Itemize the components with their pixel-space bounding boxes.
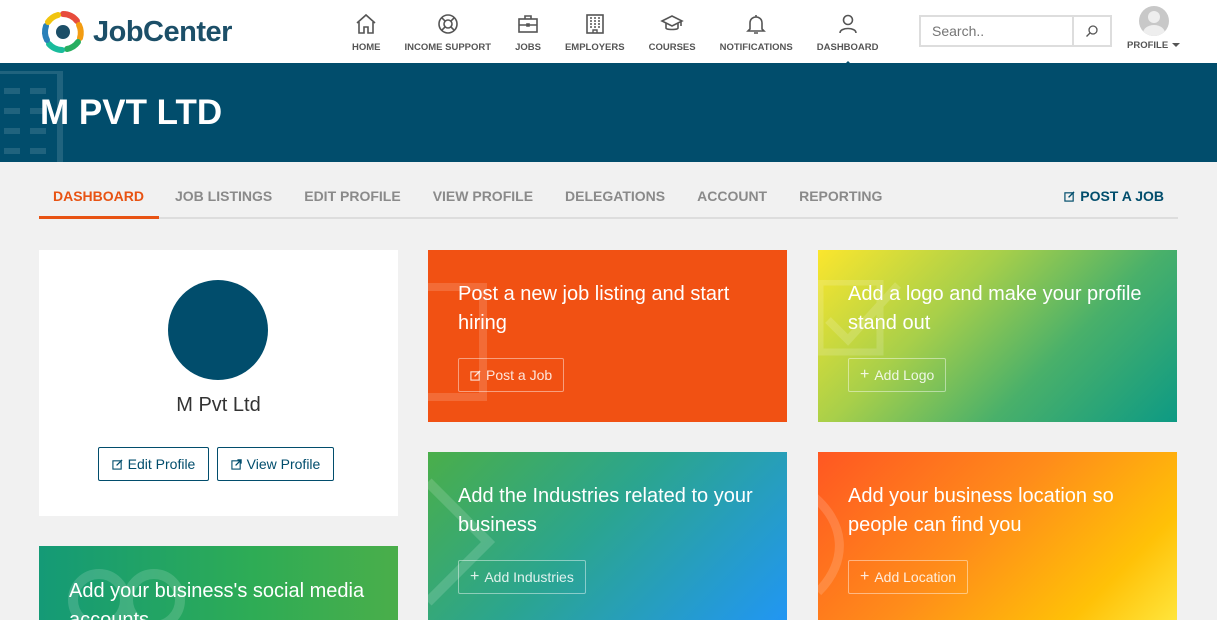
building-icon — [585, 14, 604, 34]
search-bar — [919, 15, 1112, 47]
nav-jobs-label: JOBS — [515, 42, 541, 53]
nav-home-label: HOME — [352, 42, 381, 53]
caret-down-icon — [1172, 43, 1181, 48]
company-profile-card: M Pvt Ltd Edit Profile View Profile — [39, 250, 398, 516]
main-nav: HOME INCOME SUPPORT JOBS EMPLOYERS COURS… — [340, 12, 891, 68]
plus-icon: + — [470, 568, 480, 585]
top-navbar: JobCenter HOME INCOME SUPPORT JOBS EMPLO… — [0, 0, 1217, 68]
page-header-banner: M PVT LTD — [0, 63, 1217, 162]
nav-income-support-label: INCOME SUPPORT — [404, 42, 492, 53]
post-a-job-link[interactable]: POST A JOB — [1064, 188, 1164, 204]
tab-view-profile[interactable]: VIEW PROFILE — [417, 176, 549, 219]
dashboard-tabs: DASHBOARD JOB LISTINGS EDIT PROFILE VIEW… — [39, 176, 1178, 219]
add-location-label: Add Location — [874, 569, 957, 585]
profile-menu[interactable]: PROFILE — [1127, 6, 1181, 51]
nav-notifications-label: NOTIFICATIONS — [719, 42, 793, 53]
view-profile-button[interactable]: View Profile — [217, 447, 334, 481]
tab-delegations[interactable]: DELEGATIONS — [549, 176, 681, 219]
bell-icon — [746, 15, 767, 34]
search-input[interactable] — [919, 15, 1072, 47]
location-tile-text: Add your business location so people can… — [848, 485, 1114, 536]
profile-label: PROFILE — [1127, 40, 1169, 51]
add-logo-label: Add Logo — [874, 367, 935, 383]
add-industries-button[interactable]: + Add Industries — [458, 560, 586, 594]
add-location-tile: Add your business location so people can… — [818, 452, 1177, 620]
lifebuoy-icon — [437, 14, 458, 34]
edit-profile-button[interactable]: Edit Profile — [98, 447, 209, 481]
add-location-button[interactable]: + Add Location — [848, 560, 969, 594]
brand-logo[interactable]: JobCenter — [37, 6, 232, 58]
user-icon — [838, 14, 857, 34]
home-icon — [356, 13, 376, 34]
nav-courses-label: COURSES — [648, 42, 696, 53]
nav-notifications[interactable]: NOTIFICATIONS — [708, 12, 805, 53]
plus-icon: + — [860, 366, 870, 383]
post-job-tile-button-label: Post a Job — [486, 367, 553, 383]
nav-income-support[interactable]: INCOME SUPPORT — [393, 12, 504, 53]
tab-dashboard[interactable]: DASHBOARD — [39, 176, 159, 219]
search-button[interactable] — [1072, 15, 1112, 47]
add-logo-tile: Add a logo and make your profile stand o… — [818, 250, 1177, 422]
tab-account[interactable]: ACCOUNT — [681, 176, 783, 219]
add-industries-label: Add Industries — [484, 569, 574, 585]
nav-dashboard-label: DASHBOARD — [816, 42, 879, 53]
logo-tile-text: Add a logo and make your profile stand o… — [848, 283, 1142, 334]
nav-employers-label: EMPLOYERS — [564, 42, 625, 53]
industries-tile-text: Add the Industries related to your busin… — [458, 485, 753, 536]
avatar — [1138, 6, 1169, 36]
add-logo-button[interactable]: + Add Logo — [848, 358, 947, 392]
post-job-tile: Post a new job listing and start hiring … — [428, 250, 787, 422]
page-title: M PVT LTD — [40, 93, 223, 132]
tab-edit-profile[interactable]: EDIT PROFILE — [288, 176, 416, 219]
plus-icon: + — [860, 568, 870, 585]
nav-dashboard[interactable]: DASHBOARD — [805, 12, 891, 68]
company-avatar — [168, 280, 268, 380]
briefcase-icon — [518, 15, 538, 33]
edit-icon — [470, 369, 481, 381]
edit-profile-label: Edit Profile — [127, 456, 196, 472]
edit-icon — [112, 458, 123, 470]
external-link-icon — [231, 458, 242, 470]
post-job-tile-text: Post a new job listing and start hiring — [458, 283, 730, 334]
nav-courses[interactable]: COURSES — [637, 12, 708, 53]
search-icon — [1086, 25, 1098, 37]
social-tile-text: Add your business's social media account… — [69, 580, 365, 620]
jobcenter-logo-icon — [42, 11, 84, 53]
tab-job-listings[interactable]: JOB LISTINGS — [159, 176, 288, 219]
edit-icon — [1064, 190, 1075, 202]
post-job-tile-button[interactable]: Post a Job — [458, 358, 565, 392]
company-name: M Pvt Ltd — [176, 394, 261, 416]
social-media-tile: Add your business's social media account… — [39, 546, 398, 620]
graduation-cap-icon — [660, 15, 684, 31]
nav-home[interactable]: HOME — [340, 12, 393, 53]
nav-jobs[interactable]: JOBS — [503, 12, 553, 53]
nav-employers[interactable]: EMPLOYERS — [553, 12, 637, 53]
brand-name: JobCenter — [93, 15, 232, 48]
tab-reporting[interactable]: REPORTING — [783, 176, 898, 219]
view-profile-label: View Profile — [246, 456, 321, 472]
add-industries-tile: Add the Industries related to your busin… — [428, 452, 787, 620]
post-a-job-label: POST A JOB — [1080, 188, 1164, 204]
